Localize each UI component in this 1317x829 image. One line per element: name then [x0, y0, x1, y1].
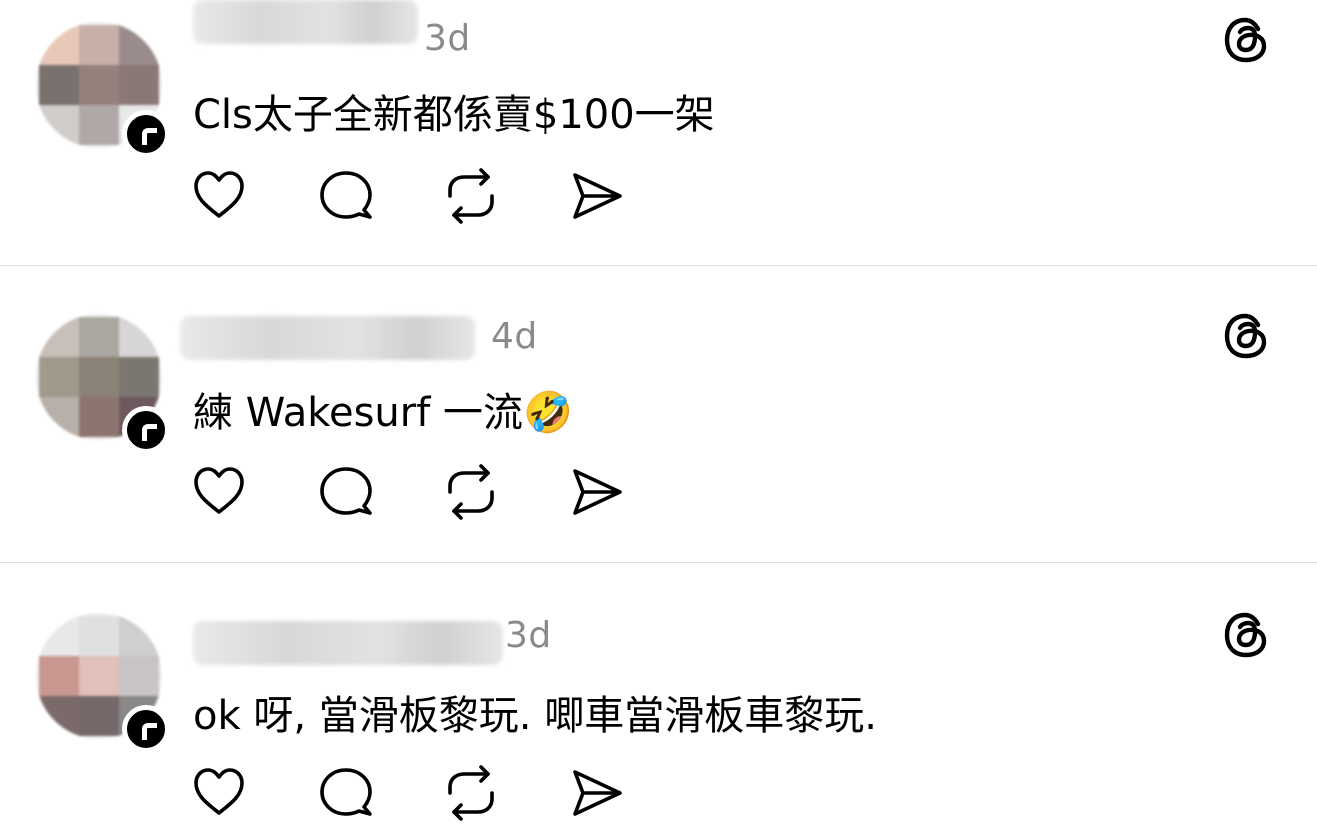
like-button[interactable] [191, 765, 247, 821]
share-button[interactable] [569, 464, 625, 520]
comment-icon [320, 467, 372, 515]
threads-logo-icon[interactable] [1222, 16, 1270, 64]
share-button[interactable] [569, 168, 625, 224]
post-text: Cls太子全新都係賣$100一架 [193, 92, 715, 138]
follow-badge-icon[interactable] [122, 705, 170, 753]
comment-button[interactable] [318, 765, 374, 821]
post-timestamp: 3d [424, 18, 471, 59]
username-redacted[interactable] [193, 621, 503, 665]
like-icon [194, 171, 244, 218]
comment-icon [320, 171, 372, 219]
username-redacted[interactable] [193, 0, 418, 44]
share-button[interactable] [569, 765, 625, 821]
post-text: 練 Wakesurf 一流🤣 [193, 390, 573, 436]
threads-logo-icon[interactable] [1222, 312, 1270, 360]
thread-post: 3d ok 呀, 當滑板黎玩. 唧車當滑板車黎玩. [0, 563, 1317, 829]
comment-icon [320, 768, 372, 816]
like-icon [194, 768, 244, 815]
thread-post: 3d Cls太子全新都係賣$100一架 [0, 0, 1317, 265]
repost-icon [448, 464, 494, 520]
post-timestamp: 4d [491, 316, 538, 357]
post-timestamp: 3d [505, 615, 552, 656]
repost-button[interactable] [443, 168, 499, 224]
post-text: ok 呀, 當滑板黎玩. 唧車當滑板車黎玩. [193, 693, 877, 739]
emoji: 🤣 [523, 390, 573, 436]
like-button[interactable] [191, 168, 247, 224]
comment-button[interactable] [318, 168, 374, 224]
share-icon [573, 770, 622, 816]
share-icon [573, 469, 622, 515]
repost-icon [448, 168, 494, 224]
comment-button[interactable] [318, 464, 374, 520]
username-redacted[interactable] [180, 316, 475, 360]
repost-icon [448, 765, 494, 821]
repost-button[interactable] [443, 765, 499, 821]
repost-button[interactable] [443, 464, 499, 520]
like-icon [194, 467, 244, 514]
follow-badge-icon[interactable] [122, 110, 170, 158]
follow-badge-icon[interactable] [122, 406, 170, 454]
threads-logo-icon[interactable] [1222, 611, 1270, 659]
share-icon [573, 173, 622, 219]
thread-post: 4d 練 Wakesurf 一流🤣 [0, 266, 1317, 562]
like-button[interactable] [191, 464, 247, 520]
